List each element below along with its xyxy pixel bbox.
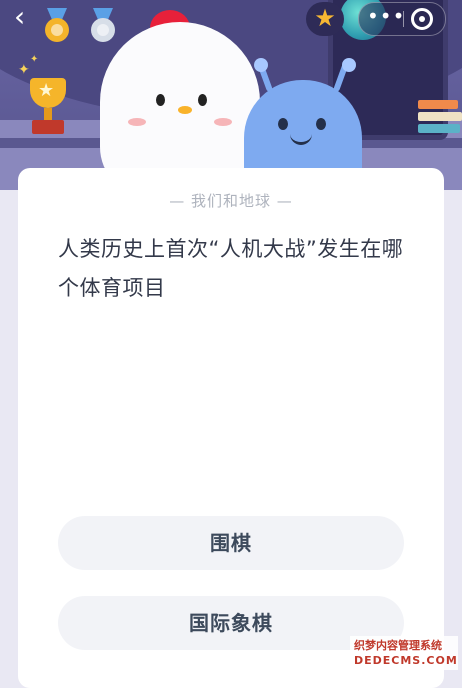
answer-option-1[interactable]: 围棋 <box>58 516 404 570</box>
question-card: — 我们和地球 — 人类历史上首次“人机大战”发生在哪个体育项目 围棋 国际象棋 <box>18 168 444 688</box>
question-text: 人类历史上首次“人机大战”发生在哪个体育项目 <box>58 237 404 300</box>
site-watermark: 织梦内容管理系统 DEDECMS.COM <box>350 636 458 670</box>
mini-program-capsule: ••• <box>358 2 446 36</box>
chick-mascot <box>100 22 260 190</box>
silver-medal-icon <box>86 8 120 48</box>
trophy-illustration: ★ <box>24 78 72 140</box>
back-button[interactable]: ‹ <box>14 3 38 31</box>
subject-label: — 我们和地球 — <box>169 192 293 210</box>
trophy-star-icon: ★ <box>38 80 55 101</box>
close-button[interactable] <box>411 8 433 30</box>
watermark-line-2: DEDECMS.COM <box>354 654 458 667</box>
books-illustration <box>418 100 462 140</box>
capsule-divider <box>403 11 404 27</box>
gold-medal-icon <box>40 8 74 48</box>
sparkle-icon: ✦ <box>18 62 30 78</box>
watermark-line-1: 织梦内容管理系统 <box>354 639 442 652</box>
star-icon[interactable]: ★ <box>306 2 344 36</box>
sparkle-icon: ✦ <box>30 54 39 65</box>
more-button[interactable]: ••• <box>367 3 404 35</box>
